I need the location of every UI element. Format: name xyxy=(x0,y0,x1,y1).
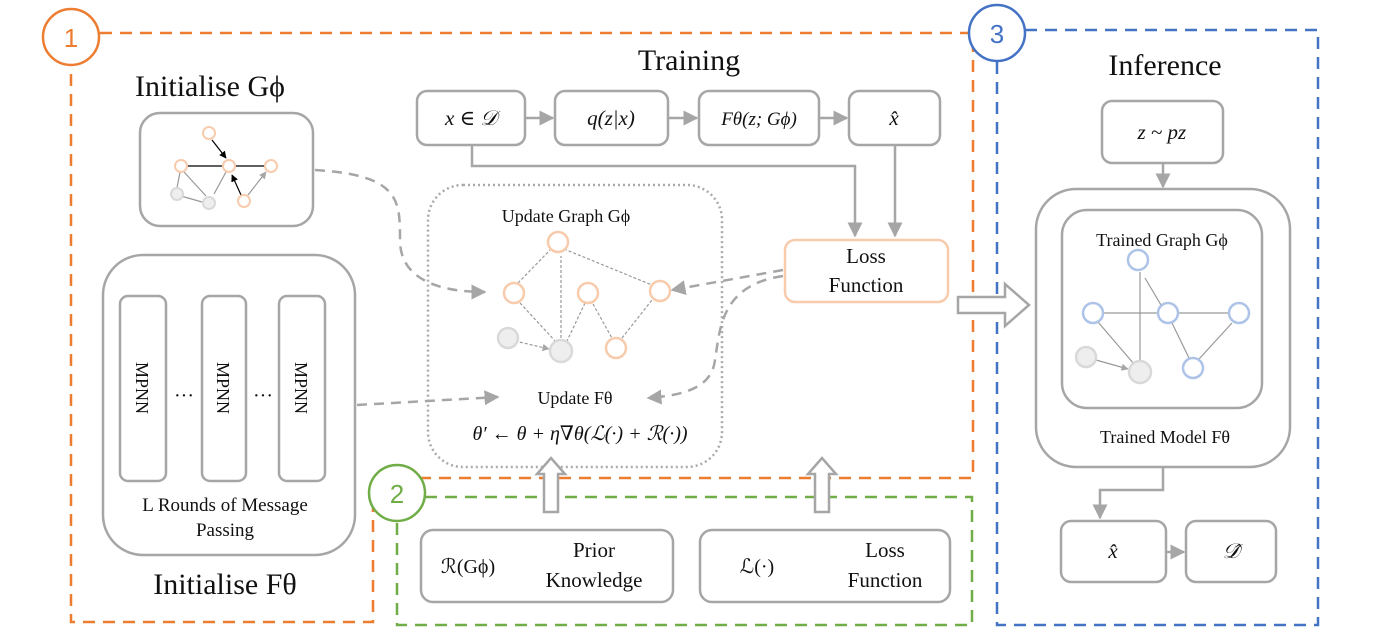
mpnn-layer-1: MPNN xyxy=(132,362,152,414)
trained-graph-label: Trained Graph Gϕ xyxy=(1096,230,1228,250)
training-title: Training xyxy=(638,44,740,77)
loss-prior-label-2: Function xyxy=(848,568,923,592)
ellipsis-2: ··· xyxy=(253,385,273,407)
stage-1-number: 1 xyxy=(64,23,78,53)
update-graph-label: Update Graph Gϕ xyxy=(502,206,630,226)
prior-symbol: ℛ(Gϕ) xyxy=(441,556,495,578)
reconstruction-label: x̂ xyxy=(888,106,899,130)
trained-model-label: Trained Model Fθ xyxy=(1100,427,1230,447)
framework-diagram: 1 2 3 Training x ∈ 𝒟 q(z|x) Fθ(z; Gϕ) x̂… xyxy=(41,3,1320,627)
update-graph xyxy=(496,230,672,364)
stage-3-number: 3 xyxy=(990,19,1004,49)
mpnn-caption-1: L Rounds of Message xyxy=(142,495,308,516)
prior-label-2: Knowledge xyxy=(546,568,643,592)
init-graph-title: Initialise Gϕ xyxy=(135,70,285,103)
prior-label-1: Prior xyxy=(573,538,615,562)
loss-up-arrow xyxy=(805,456,839,514)
update-model-label: Update Fθ xyxy=(537,388,612,408)
mpnn-caption-2: Passing xyxy=(196,520,255,541)
loss-prior-label-1: Loss xyxy=(865,538,905,562)
generated-sample-label: x̂ xyxy=(1107,539,1118,563)
mpnn-layers: MPNN MPNN MPNN ··· ··· xyxy=(118,294,327,483)
data-label: x ∈ 𝒟 xyxy=(444,106,501,130)
to-inference-arrow xyxy=(956,281,1031,329)
sample-label: z ~ pᴢ xyxy=(1137,120,1187,144)
loss-label-line1: Loss xyxy=(846,244,886,268)
update-rule: θ′ ← θ + η∇θ(ℒ(·) + ℛ(·)) xyxy=(472,423,687,445)
stage-2-number: 2 xyxy=(390,479,404,509)
ellipsis-1: ··· xyxy=(174,385,194,407)
loss-label-line2: Function xyxy=(829,273,904,297)
loss-symbol: ℒ(·) xyxy=(740,556,774,578)
init-model-title: Initialise Fθ xyxy=(153,568,297,601)
mpnn-layer-3: MPNN xyxy=(291,362,311,414)
encoder-label: q(z|x) xyxy=(587,106,635,130)
inference-title: Inference xyxy=(1108,49,1221,82)
mpnn-layer-2: MPNN xyxy=(213,362,233,414)
model-label: Fθ(z; Gϕ) xyxy=(720,109,797,130)
